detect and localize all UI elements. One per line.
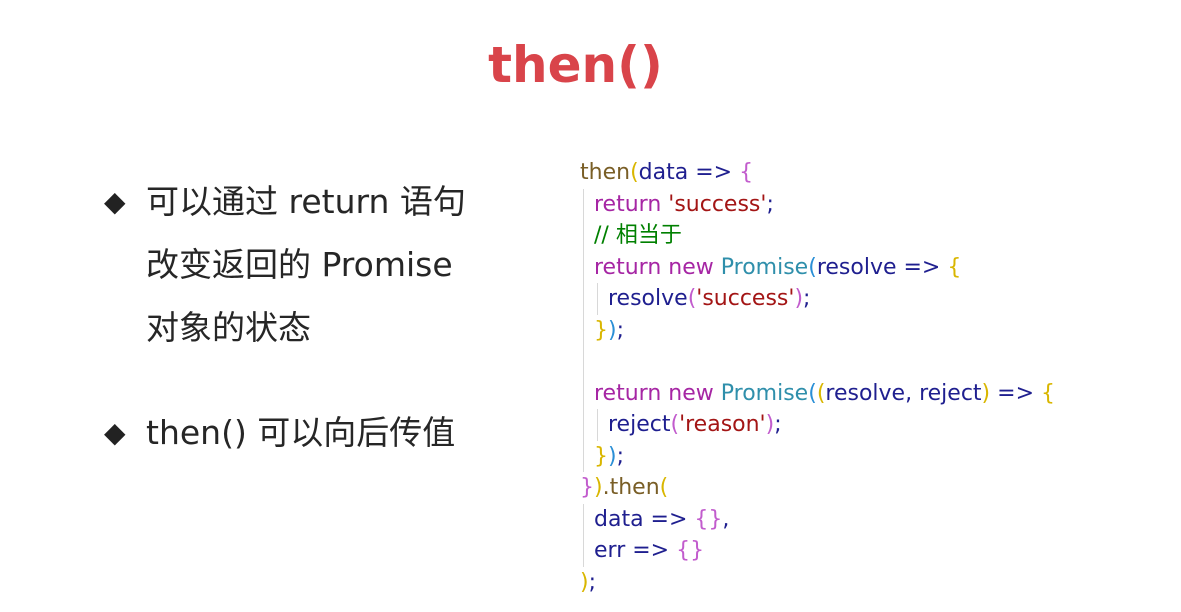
code-token: ) (794, 286, 804, 311)
code-token: ( (687, 286, 697, 311)
indent-guide (583, 409, 584, 441)
code-token: 'reason' (679, 412, 766, 437)
code-token: , (722, 506, 730, 532)
code-token: Promise (720, 254, 809, 280)
indent-guide (597, 409, 598, 441)
code-line: ); (580, 567, 1170, 599)
code-token: // 相当于 (594, 223, 682, 248)
code-token: {} (676, 538, 705, 563)
indent-guide (597, 283, 598, 315)
bullet-text: 可以通过 return 语句改变返回的 Promise 对象的状态 (146, 182, 466, 347)
code-token: return (594, 191, 662, 217)
code-line: err => {} (580, 535, 1170, 567)
code-token: ( (808, 380, 817, 406)
code-token: { (739, 160, 754, 185)
indent-guide (583, 503, 584, 535)
code-token: ) (580, 569, 589, 595)
code-token: ; (803, 286, 811, 311)
code-token: return (594, 380, 662, 406)
code-token: ; (766, 191, 774, 217)
code-line: return 'success'; (580, 188, 1170, 220)
indent-guide (583, 220, 584, 252)
code-line: }); (580, 440, 1170, 472)
bullet-item: ◆ then() 可以向后传值 (100, 401, 520, 464)
code-token: resolve (816, 254, 897, 280)
code-token: } (580, 475, 594, 500)
code-line: return new Promise((resolve, reject) => … (580, 377, 1170, 409)
code-token: ) (765, 412, 775, 437)
code-token: } (594, 317, 608, 343)
code-block: then(data => {return 'success';// 相当于 ret… (580, 157, 1170, 598)
code-token: err (594, 538, 626, 563)
code-token: => (625, 538, 677, 563)
code-token: ( (630, 160, 639, 185)
indent-guide (583, 535, 584, 567)
code-token: new (668, 254, 714, 280)
code-token: ) (594, 475, 603, 500)
code-token: Promise (720, 380, 809, 406)
indent-guide (583, 377, 584, 409)
code-token: ( (808, 254, 817, 280)
bullet-list: ◆ 可以通过 return 语句改变返回的 Promise 对象的状态 ◆ th… (100, 170, 520, 464)
code-token: 'success' (696, 286, 795, 311)
code-token: data (638, 160, 689, 185)
code-line: return new Promise(resolve => { (580, 251, 1170, 283)
code-line: resolve('success'); (580, 283, 1170, 315)
code-line (580, 346, 1170, 378)
bullet-item: ◆ 可以通过 return 语句改变返回的 Promise 对象的状态 (100, 170, 520, 359)
bullet-text: then() 可以向后传值 (146, 413, 456, 452)
code-token: } (594, 443, 608, 469)
code-line: // 相当于 (580, 220, 1170, 252)
code-token: { (947, 254, 962, 280)
code-token: ; (588, 569, 597, 595)
code-token: return (594, 254, 662, 280)
code-token: => (896, 254, 948, 280)
code-token: ) (981, 380, 991, 406)
code-token: ; (616, 317, 625, 343)
code-token: ) (608, 443, 617, 469)
diamond-bullet-icon: ◆ (104, 185, 126, 218)
code-token: {} (694, 506, 723, 532)
slide: then() ◆ 可以通过 return 语句改变返回的 Promise 对象的… (0, 0, 1181, 612)
code-token: => (990, 380, 1041, 406)
slide-title: then() (488, 36, 663, 94)
indent-guide (583, 346, 584, 378)
code-token: ( (659, 475, 669, 500)
code-token: resolve (608, 286, 688, 311)
code-token: ( (670, 412, 680, 437)
code-token: ; (774, 412, 782, 437)
code-line: then(data => { (580, 157, 1170, 189)
code-token: { (1041, 380, 1055, 406)
code-token: reject (608, 412, 671, 437)
indent-guide (583, 314, 584, 346)
code-line: reject('reason'); (580, 409, 1170, 441)
code-token: .then (602, 475, 660, 500)
indent-guide (583, 251, 584, 283)
indent-guide (583, 440, 584, 472)
code-token: => (643, 506, 695, 532)
code-token: then (580, 160, 631, 185)
code-token: ; (616, 443, 625, 469)
code-token: data (594, 506, 644, 532)
indent-guide (583, 188, 584, 220)
code-token: new (668, 380, 714, 406)
code-line: }); (580, 314, 1170, 346)
indent-guide (583, 283, 584, 315)
code-line: data => {}, (580, 503, 1170, 535)
code-token: 'success' (668, 191, 767, 217)
code-line: }).then( (580, 472, 1170, 504)
code-token: => (688, 160, 740, 185)
diamond-bullet-icon: ◆ (104, 416, 126, 449)
code-token: resolve, reject (825, 380, 982, 406)
code-token: ) (608, 317, 617, 343)
